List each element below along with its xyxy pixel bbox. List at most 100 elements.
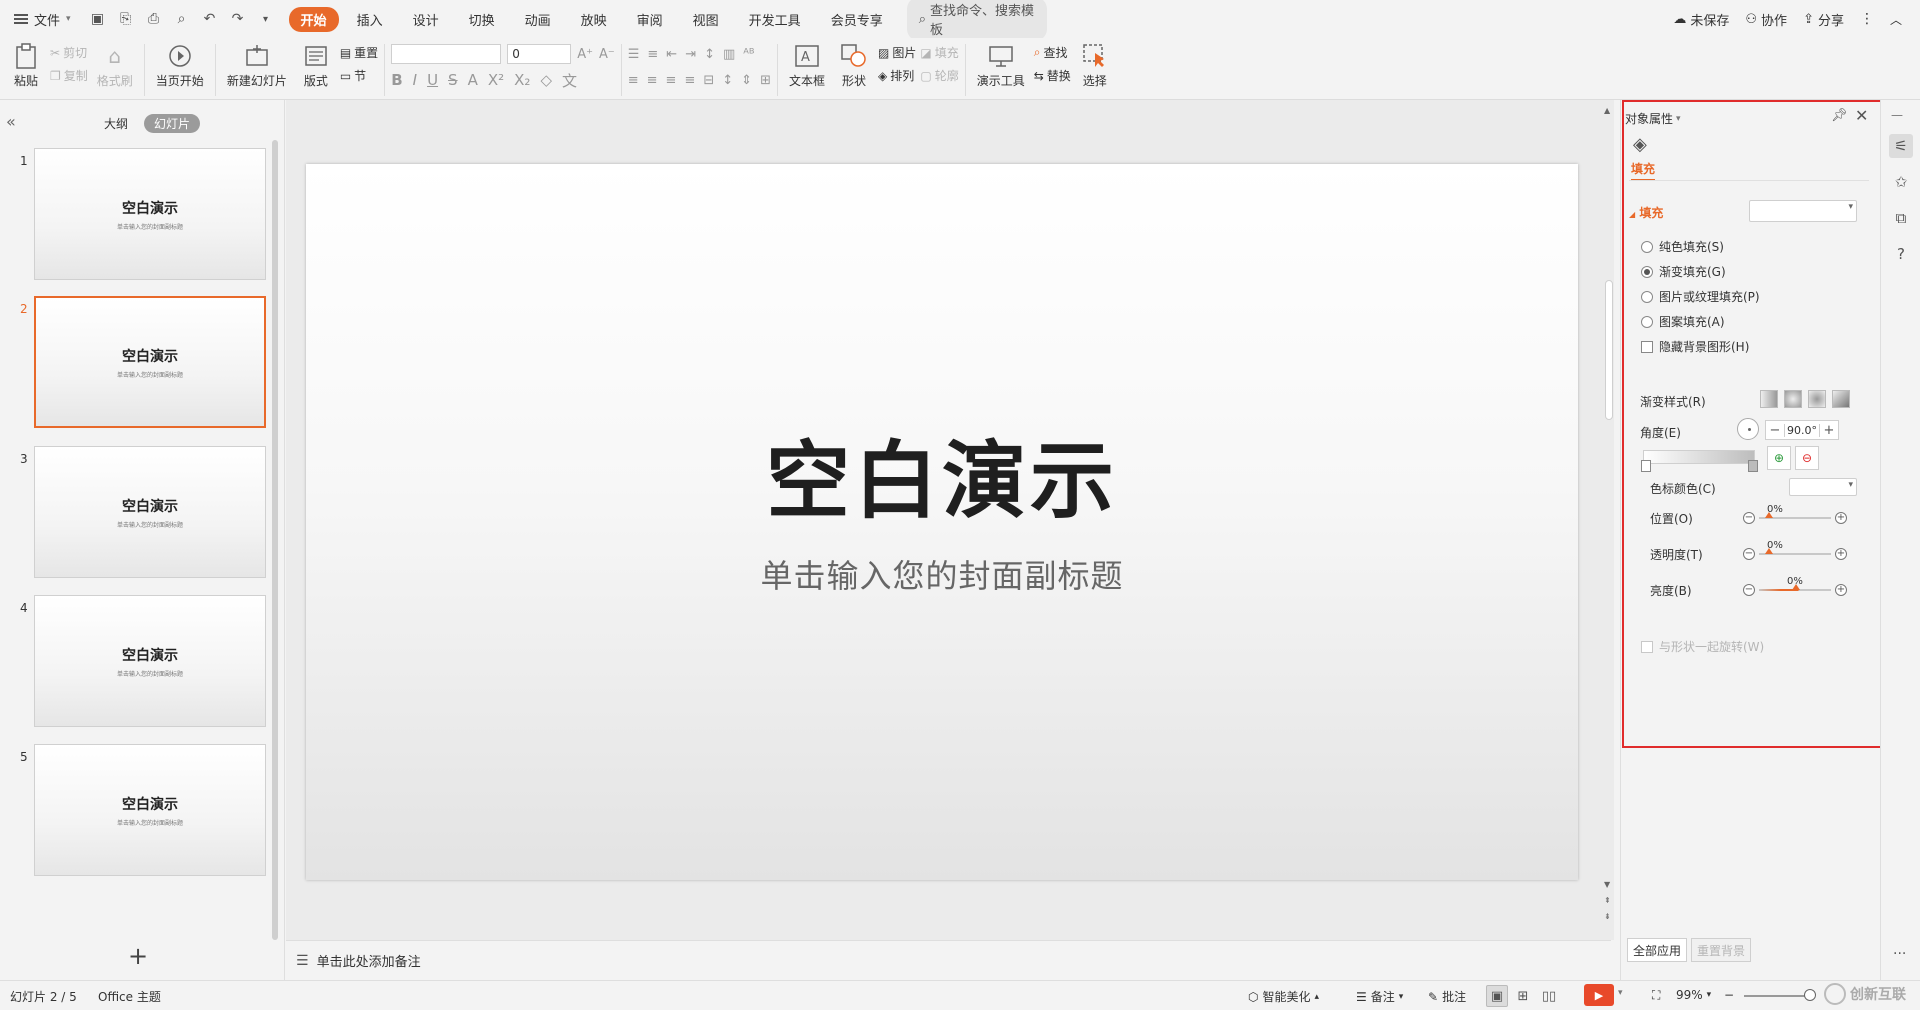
paste-button[interactable]: 粘贴 bbox=[6, 42, 46, 89]
select-button[interactable]: 选择 bbox=[1075, 42, 1115, 89]
print-preview-icon[interactable]: ⌕ bbox=[173, 11, 191, 27]
plus-icon[interactable]: + bbox=[1835, 548, 1847, 560]
position-slider[interactable]: − 0% + bbox=[1743, 504, 1847, 524]
next-slide-icon[interactable]: ⇟ bbox=[1604, 912, 1611, 921]
fill-section-title[interactable]: ◢ 填充 bbox=[1629, 204, 1663, 221]
normal-view-icon[interactable]: ▣ bbox=[1486, 985, 1508, 1007]
slider-knob[interactable] bbox=[1765, 548, 1773, 554]
reading-view-icon[interactable]: ▯▯ bbox=[1538, 985, 1560, 1007]
unsaved-button[interactable]: ☁ 未保存 bbox=[1673, 10, 1729, 29]
minus-icon[interactable]: − bbox=[1743, 584, 1755, 596]
path-gradient-option[interactable] bbox=[1832, 390, 1850, 408]
presenter-tools-button[interactable]: 演示工具 bbox=[972, 42, 1030, 89]
collapse-panel-icon[interactable]: « bbox=[6, 112, 16, 131]
tab-animation[interactable]: 动画 bbox=[513, 7, 563, 32]
rotate-with-shape-checkbox[interactable]: 与形状一起旋转(W) bbox=[1641, 638, 1764, 655]
fill-bucket-icon[interactable]: ◈ bbox=[1633, 134, 1647, 155]
slider-track[interactable]: 0% bbox=[1759, 540, 1831, 555]
gradient-fill-radio[interactable]: 渐变填充(G) bbox=[1641, 263, 1726, 280]
smartart-icon[interactable]: ⊞ bbox=[760, 73, 771, 88]
tab-view[interactable]: 视图 bbox=[681, 7, 731, 32]
tab-insert[interactable]: 插入 bbox=[345, 7, 395, 32]
replace-button[interactable]: ⇆ 替换 bbox=[1034, 67, 1071, 84]
command-search[interactable]: ⌕ 查找命令、搜索模板 bbox=[906, 0, 1047, 41]
format-painter-button[interactable]: ⌂ 格式刷 bbox=[92, 42, 138, 89]
reset-background-button[interactable]: 重置背景 bbox=[1691, 938, 1752, 962]
comments-button[interactable]: ✎ 批注 bbox=[1428, 988, 1466, 1005]
print-icon[interactable]: ⎙ bbox=[145, 11, 163, 27]
superscript-icon[interactable]: X² bbox=[488, 71, 504, 89]
grow-font-icon[interactable]: A⁺ bbox=[577, 47, 593, 62]
slide-thumbnail[interactable]: 空白演示 单击输入您的封面副标题 bbox=[34, 744, 266, 876]
font-size-select[interactable]: 0 bbox=[507, 44, 572, 64]
italic-icon[interactable]: I bbox=[413, 71, 417, 89]
text-spacing-icon[interactable]: ᴬᴮ bbox=[743, 47, 754, 62]
picture-fill-radio[interactable]: 图片或纹理填充(P) bbox=[1641, 288, 1760, 305]
gradient-stop-end[interactable] bbox=[1748, 460, 1758, 472]
beautify-button[interactable]: ⬡ 智能美化 ▴ bbox=[1248, 988, 1319, 1005]
columns-icon[interactable]: ▥ bbox=[723, 47, 735, 62]
distribute-icon[interactable]: ⊟ bbox=[703, 73, 714, 88]
fit-window-icon[interactable]: ⛶ bbox=[1652, 988, 1660, 1003]
sidebar-handle-icon[interactable]: — bbox=[1891, 108, 1903, 122]
scroll-down-icon[interactable]: ▼ bbox=[1604, 880, 1610, 889]
add-slide-button[interactable]: + bbox=[128, 942, 148, 970]
slide-thumbnail[interactable]: 空白演示 单击输入您的封面副标题 bbox=[34, 446, 266, 578]
pin-icon[interactable]: 📌︎ bbox=[1831, 108, 1848, 123]
pattern-fill-radio[interactable]: 图案填充(A) bbox=[1641, 313, 1725, 330]
shrink-font-icon[interactable]: A⁻ bbox=[599, 47, 615, 62]
copy-button[interactable]: ❐ 复制 bbox=[50, 67, 88, 84]
solid-fill-radio[interactable]: 纯色填充(S) bbox=[1641, 238, 1724, 255]
bold-icon[interactable]: B bbox=[391, 71, 402, 89]
slide-title[interactable]: 空白演示 bbox=[766, 414, 1118, 535]
line-spacing-icon[interactable]: ↕ bbox=[722, 73, 733, 88]
gradient-stop-start[interactable] bbox=[1641, 460, 1651, 472]
reset-button[interactable]: ▤ 重置 bbox=[340, 44, 378, 61]
tab-transition[interactable]: 切换 bbox=[457, 7, 507, 32]
more-icon[interactable]: ··· bbox=[1893, 946, 1906, 962]
phonetic-icon[interactable]: 文 bbox=[562, 70, 577, 91]
minus-icon[interactable]: − bbox=[1743, 512, 1755, 524]
properties-header[interactable]: 对象属性 ▾ bbox=[1625, 110, 1681, 127]
cut-button[interactable]: ✂ 剪切 bbox=[50, 44, 88, 61]
animation-icon[interactable]: ✩ bbox=[1889, 170, 1913, 194]
textbox-button[interactable]: A 文本框 bbox=[784, 42, 830, 89]
stop-color-dropdown[interactable] bbox=[1789, 478, 1857, 496]
notes-bar[interactable]: ☰ 单击此处添加备注 bbox=[286, 940, 1611, 980]
underline-icon[interactable]: U bbox=[427, 71, 438, 89]
play-slideshow-button[interactable]: ▶ bbox=[1584, 984, 1614, 1006]
align-center-icon[interactable]: ≡ bbox=[647, 73, 658, 88]
plus-icon[interactable]: + bbox=[1835, 512, 1847, 524]
angle-dial[interactable] bbox=[1737, 418, 1759, 440]
sorter-view-icon[interactable]: ⊞ bbox=[1512, 985, 1534, 1007]
vertical-align-icon[interactable]: ⇕ bbox=[741, 73, 752, 88]
fill-preset-dropdown[interactable] bbox=[1749, 200, 1857, 222]
angle-input[interactable]: 90.0° bbox=[1784, 423, 1820, 437]
numbered-list-icon[interactable]: ≡ bbox=[647, 47, 658, 62]
arrange-button[interactable]: ◈ 排列 bbox=[878, 67, 916, 84]
plus-icon[interactable]: + bbox=[1835, 584, 1847, 596]
collab-button[interactable]: ⚇ 协作 bbox=[1745, 10, 1787, 29]
bullet-list-icon[interactable]: ☰ bbox=[628, 47, 640, 62]
tab-slideshow[interactable]: 放映 bbox=[569, 7, 619, 32]
tab-outline[interactable]: 大纲 bbox=[94, 114, 138, 133]
picture-button[interactable]: ▨ 图片 bbox=[878, 44, 916, 61]
tab-home[interactable]: 开始 bbox=[288, 6, 339, 32]
tab-developer[interactable]: 开发工具 bbox=[737, 7, 813, 32]
zoom-out-icon[interactable]: − bbox=[1724, 988, 1734, 1002]
notes-toggle-button[interactable]: ☰ 备注 ▾ bbox=[1356, 988, 1403, 1005]
align-left-icon[interactable]: ≡ bbox=[628, 73, 639, 88]
find-button[interactable]: ⌕ 查找 bbox=[1034, 44, 1071, 61]
apply-all-button[interactable]: 全部应用 bbox=[1627, 938, 1688, 962]
rect-gradient-option[interactable] bbox=[1808, 390, 1826, 408]
scroll-up-icon[interactable]: ▲ bbox=[1604, 106, 1610, 115]
slide-thumbnail[interactable]: 空白演示 单击输入您的封面副标题 bbox=[34, 148, 266, 280]
linear-gradient-option[interactable] bbox=[1760, 390, 1778, 408]
play-options-icon[interactable]: ▾ bbox=[1618, 988, 1623, 998]
zoom-slider-track[interactable] bbox=[1744, 995, 1808, 997]
slider-track[interactable]: 0% bbox=[1759, 504, 1831, 519]
add-stop-button[interactable]: ⊕ bbox=[1767, 446, 1791, 470]
theme-name[interactable]: Office 主题 bbox=[98, 988, 161, 1005]
save-icon[interactable]: ▣ bbox=[89, 11, 107, 27]
tab-slides[interactable]: 幻灯片 bbox=[144, 114, 201, 133]
